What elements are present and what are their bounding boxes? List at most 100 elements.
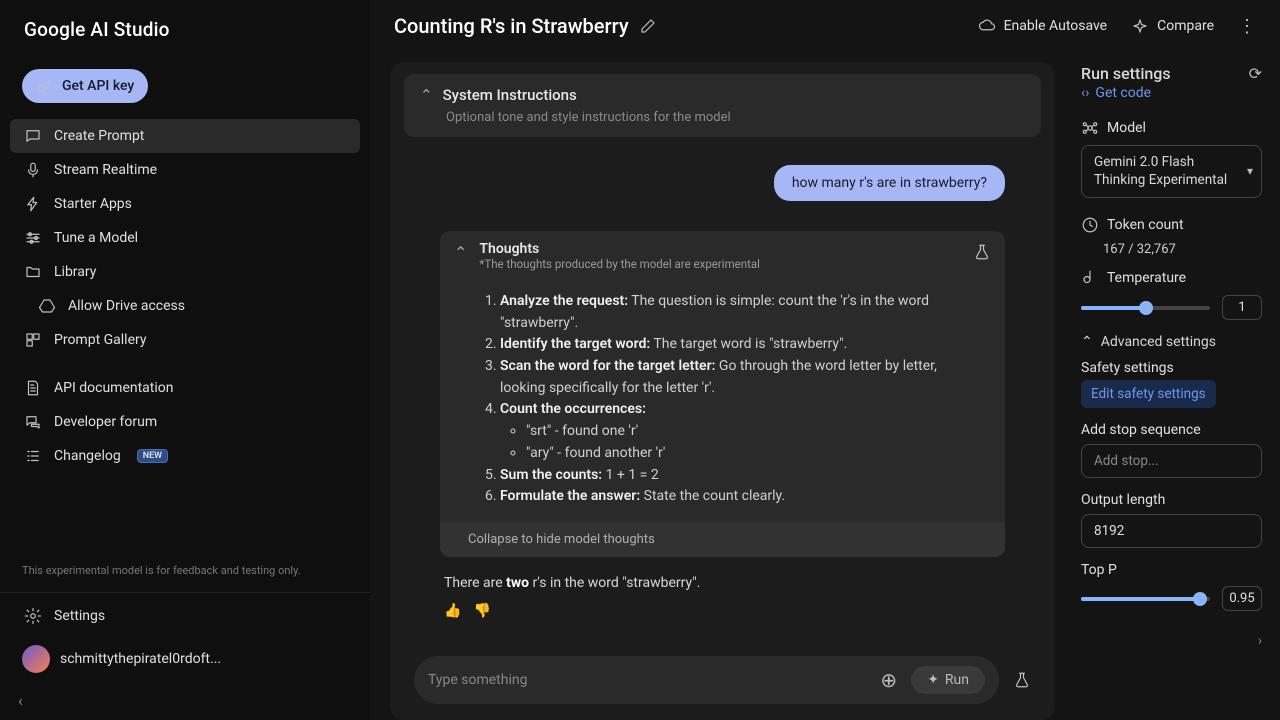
output-length-input[interactable]: 8192 <box>1081 514 1262 548</box>
thoughts-subtitle: *The thoughts produced by the model are … <box>479 257 760 271</box>
chat-icon <box>24 127 42 145</box>
more-menu-button[interactable]: ⋮ <box>1238 16 1256 37</box>
thermometer-icon <box>1081 269 1099 287</box>
sidebar-item-label: Prompt Gallery <box>54 332 147 348</box>
sidebar-item-tune-model[interactable]: Tune a Model <box>10 221 360 255</box>
collapse-sidebar-button[interactable]: ‹ <box>18 691 23 710</box>
sidebar-item-label: Library <box>54 264 96 280</box>
experimental-note: This experimental model is for feedback … <box>0 553 370 588</box>
settings-label: Settings <box>54 608 105 624</box>
flask-icon[interactable] <box>1013 671 1031 689</box>
temperature-label: Temperature <box>1107 270 1186 286</box>
thoughts-header[interactable]: ⌃ Thoughts *The thoughts produced by the… <box>440 231 1005 281</box>
model-select[interactable]: Gemini 2.0 Flash Thinking Experimental ▾ <box>1081 145 1262 198</box>
chevron-up-icon: ⌃ <box>454 243 467 262</box>
prompt-input[interactable]: Type something ⊕ ✦ Run <box>414 656 999 704</box>
sidebar-item-create-prompt[interactable]: Create Prompt <box>10 119 360 153</box>
sidebar-item-label: Stream Realtime <box>54 162 157 178</box>
thumbs-down-button[interactable]: 👎 <box>473 603 490 619</box>
flask-icon <box>973 243 991 261</box>
sidebar-item-changelog[interactable]: Changelog NEW <box>10 439 360 473</box>
model-value: Gemini 2.0 Flash Thinking Experimental <box>1094 154 1227 188</box>
user-message: how many r's are in strawberry? <box>774 165 1005 201</box>
top-p-slider[interactable] <box>1081 597 1210 601</box>
chevron-up-icon: ⌃ <box>1081 334 1093 350</box>
username-label: schmittythepiratel0rdoft... <box>60 651 221 667</box>
sidebar-item-starter-apps[interactable]: Starter Apps <box>10 187 360 221</box>
top-p-value[interactable]: 0.95 <box>1222 586 1262 611</box>
chevron-up-icon: ⌃ <box>420 86 433 104</box>
run-label: Run <box>945 672 969 688</box>
sidebar-item-label: Create Prompt <box>54 128 144 144</box>
top-p-label: Top P <box>1081 562 1262 578</box>
key-icon <box>36 77 54 95</box>
thoughts-title: Thoughts <box>479 241 760 257</box>
user-account-row[interactable]: schmittythepiratel0rdoft... <box>0 635 370 687</box>
sidebar-item-stream-realtime[interactable]: Stream Realtime <box>10 153 360 187</box>
run-settings-title: Run settings <box>1081 64 1171 83</box>
get-api-key-button[interactable]: Get API key <box>22 69 148 103</box>
sidebar-item-label: Developer forum <box>54 414 157 430</box>
new-badge: NEW <box>137 449 168 463</box>
gallery-icon <box>24 331 42 349</box>
autosave-label: Enable Autosave <box>1004 18 1108 34</box>
temperature-slider[interactable] <box>1081 306 1210 310</box>
system-instructions-placeholder: Optional tone and style instructions for… <box>420 104 1025 125</box>
compare-button[interactable]: Compare <box>1131 17 1214 35</box>
stop-sequence-label: Add stop sequence <box>1081 422 1262 438</box>
stop-sequence-input[interactable]: Add stop... <box>1081 444 1262 478</box>
advanced-settings-label: Advanced settings <box>1101 334 1216 350</box>
lightning-icon <box>24 195 42 213</box>
sparkle-icon: ✦ <box>927 672 939 688</box>
system-instructions-panel[interactable]: ⌃ System Instructions Optional tone and … <box>404 74 1041 137</box>
collapse-thoughts-button[interactable]: Collapse to hide model thoughts <box>440 522 1005 557</box>
sliders-icon <box>24 229 42 247</box>
folder-icon <box>24 263 42 281</box>
sidebar-item-prompt-gallery[interactable]: Prompt Gallery <box>10 323 360 357</box>
sidebar-item-forum[interactable]: Developer forum <box>10 405 360 439</box>
output-length-label: Output length <box>1081 492 1262 508</box>
chevron-down-icon: ▾ <box>1247 164 1253 180</box>
thoughts-content: Analyze the request: The question is sim… <box>440 281 1005 522</box>
app-logo: Google AI Studio <box>0 0 370 55</box>
sidebar-item-settings[interactable]: Settings <box>0 597 370 635</box>
token-label: Token count <box>1107 217 1184 233</box>
sidebar-item-label: Allow Drive access <box>68 298 185 314</box>
token-icon <box>1081 216 1099 234</box>
avatar <box>22 645 50 673</box>
model-answer: There are two r's in the word "strawberr… <box>440 557 1005 597</box>
sidebar-item-label: API documentation <box>54 380 174 396</box>
edit-title-icon[interactable] <box>639 17 657 35</box>
chat-card: ⌃ System Instructions Optional tone and … <box>390 62 1055 720</box>
cloud-icon <box>978 17 996 35</box>
run-settings-panel: Run settings ⟳ ‹› Get code Model Gemini … <box>1075 52 1280 720</box>
mic-icon <box>24 161 42 179</box>
add-attachment-button[interactable]: ⊕ <box>880 668 897 692</box>
get-code-label: Get code <box>1095 85 1151 101</box>
advanced-settings-toggle[interactable]: ⌃ Advanced settings <box>1081 334 1262 350</box>
api-key-label: Get API key <box>62 78 134 94</box>
edit-safety-button[interactable]: Edit safety settings <box>1081 380 1216 408</box>
collapse-panel-button[interactable]: › <box>1258 633 1262 649</box>
main-panel: Counting R's in Strawberry Enable Autosa… <box>370 0 1280 720</box>
sidebar: Google AI Studio Get API key Create Prom… <box>0 0 370 720</box>
sidebar-item-label: Starter Apps <box>54 196 132 212</box>
compare-label: Compare <box>1157 18 1214 34</box>
sidebar-item-api-docs[interactable]: API documentation <box>10 371 360 405</box>
sidebar-item-allow-drive[interactable]: Allow Drive access <box>10 289 360 323</box>
safety-settings-label: Safety settings <box>1081 360 1262 376</box>
thumbs-up-button[interactable]: 👍 <box>444 603 461 619</box>
sidebar-item-library[interactable]: Library <box>10 255 360 289</box>
code-icon: ‹› <box>1081 85 1089 101</box>
sidebar-item-label: Tune a Model <box>54 230 138 246</box>
enable-autosave-button[interactable]: Enable Autosave <box>978 17 1108 35</box>
gear-icon <box>24 607 42 625</box>
temperature-value[interactable]: 1 <box>1222 295 1262 320</box>
run-button[interactable]: ✦ Run <box>911 666 985 694</box>
forum-icon <box>24 413 42 431</box>
prompt-placeholder: Type something <box>428 672 874 688</box>
model-icon <box>1081 119 1099 137</box>
get-code-link[interactable]: ‹› Get code <box>1081 85 1262 101</box>
refresh-icon[interactable]: ⟳ <box>1249 64 1262 83</box>
token-value: 167 / 32,767 <box>1103 242 1262 257</box>
